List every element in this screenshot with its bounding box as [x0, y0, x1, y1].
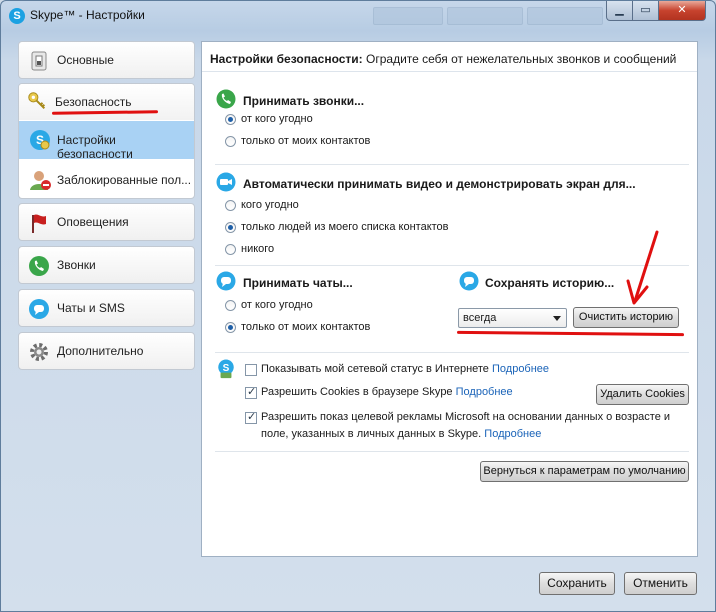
sidebar-item-security[interactable]: Безопасность [19, 84, 194, 120]
video-anyone-label[interactable]: кого угодно [241, 199, 299, 211]
ads-label-line1[interactable]: Разрешить показ целевой рекламы Microsof… [261, 411, 670, 423]
more-link[interactable]: Подробнее [456, 386, 513, 398]
cookies-text: Разрешить Cookies в браузере Skype [261, 386, 453, 398]
reset-defaults-button[interactable]: Вернуться к параметрам по умолчанию [480, 461, 689, 482]
skype-privacy-icon: S [218, 359, 234, 379]
cancel-button[interactable]: Отменить [624, 572, 697, 595]
ads-checkbox[interactable] [245, 410, 257, 424]
sidebar-item-label: Безопасность [55, 95, 132, 109]
sidebar-item-security-settings[interactable]: S Настройки безопасности [19, 121, 194, 161]
general-switch-icon [31, 51, 47, 71]
chat-history-icon [459, 271, 479, 291]
sidebar-group-security: Безопасность S Настройки безопасности За… [18, 83, 195, 199]
ads-text: поле, указанных в личных данных в Skype. [261, 428, 482, 440]
panel-header-text: Настройки безопасности: Оградите себя от… [210, 52, 676, 66]
svg-text:S: S [223, 363, 230, 374]
phone-icon [29, 256, 49, 276]
title-bar[interactable]: S Skype™ - Настройки ▁ ▭ ✕ [1, 1, 715, 31]
more-link[interactable]: Подробнее [484, 428, 541, 440]
sidebar-item-advanced[interactable]: Дополнительно [18, 332, 195, 370]
divider [215, 451, 689, 452]
background-taskbar-item [447, 7, 523, 25]
security-settings-icon: S [30, 130, 50, 150]
history-section-title: Сохранять историю... [485, 276, 615, 290]
chats-anyone-radio[interactable] [225, 300, 236, 311]
sidebar-item-label: Оповещения [57, 215, 129, 229]
video-section-title: Автоматически принимать видео и демонстр… [243, 177, 636, 191]
online-status-label[interactable]: Показывать мой сетевой статус в Интернет… [261, 363, 549, 375]
sidebar-item-label: Основные [57, 53, 114, 67]
divider [215, 265, 689, 266]
panel-header-bold: Настройки безопасности: [210, 52, 363, 66]
background-taskbar-item [373, 7, 443, 25]
save-button[interactable]: Сохранить [539, 572, 615, 595]
chats-contacts-label[interactable]: только от моих контактов [241, 321, 370, 333]
more-link[interactable]: Подробнее [492, 363, 549, 375]
history-duration-value: всегда [463, 312, 497, 324]
blocked-users-icon [30, 171, 51, 190]
background-taskbar-item [527, 7, 603, 25]
video-nobody-radio[interactable] [225, 244, 236, 255]
sidebar-item-calls[interactable]: Звонки [18, 246, 195, 284]
chat-icon [29, 299, 49, 319]
settings-window: S Skype™ - Настройки ▁ ▭ ✕ Основные Безо… [0, 0, 716, 612]
panel-header-description: Оградите себя от нежелательных звонков и… [362, 52, 677, 66]
phone-icon [216, 89, 236, 109]
sidebar-item-label: Настройки безопасности [57, 133, 133, 161]
sidebar-item-label: Заблокированные пол... [57, 173, 192, 187]
sidebar-item-label: Чаты и SMS [57, 301, 125, 315]
chat-icon [216, 271, 236, 291]
red-flag-icon [32, 214, 46, 233]
chats-anyone-label[interactable]: от кого угодно [241, 299, 313, 311]
close-button[interactable]: ✕ [658, 1, 706, 21]
sidebar-item-blocked-users[interactable]: Заблокированные пол... [19, 161, 194, 198]
cookies-checkbox[interactable] [245, 385, 257, 399]
online-status-checkbox[interactable] [245, 364, 257, 376]
chats-section-title: Принимать чаты... [243, 276, 353, 290]
red-annotation-arrow-icon [626, 230, 659, 305]
calls-section-title: Принимать звонки... [243, 94, 365, 108]
video-contacts-radio[interactable] [225, 222, 236, 233]
video-nobody-label[interactable]: никого [241, 243, 274, 255]
sidebar-item-general[interactable]: Основные [18, 41, 195, 79]
video-anyone-radio[interactable] [225, 200, 236, 211]
divider [215, 164, 689, 165]
keys-icon [28, 92, 46, 110]
divider [215, 352, 689, 353]
delete-cookies-button[interactable]: Удалить Cookies [596, 384, 689, 405]
online-status-text: Показывать мой сетевой статус в Интернет… [261, 363, 489, 375]
calls-anyone-radio[interactable] [225, 114, 236, 125]
window-title: Skype™ - Настройки [30, 8, 145, 22]
cookies-label[interactable]: Разрешить Cookies в браузере Skype Подро… [261, 386, 513, 398]
video-camera-icon [216, 172, 236, 192]
sidebar-item-label: Дополнительно [57, 344, 144, 358]
sidebar-item-notifications[interactable]: Оповещения [18, 203, 195, 241]
gear-icon [30, 343, 48, 361]
video-contacts-label[interactable]: только людей из моего списка контактов [241, 221, 449, 233]
calls-contacts-radio[interactable] [225, 136, 236, 147]
sidebar-item-chats-sms[interactable]: Чаты и SMS [18, 289, 195, 327]
sidebar-item-label: Звонки [57, 258, 96, 272]
history-duration-select[interactable]: всегда [458, 308, 567, 328]
skype-icon: S [9, 8, 25, 24]
ads-label-line2[interactable]: поле, указанных в личных данных в Skype.… [261, 428, 541, 440]
panel-header: Настройки безопасности: Оградите себя от… [202, 42, 697, 72]
clear-history-button[interactable]: Очистить историю [573, 307, 679, 328]
red-annotation-underline [51, 110, 159, 115]
maximize-button[interactable]: ▭ [632, 1, 659, 21]
chevron-down-icon [553, 316, 561, 321]
chats-contacts-radio[interactable] [225, 322, 236, 333]
calls-anyone-label[interactable]: от кого угодно [241, 113, 313, 125]
calls-contacts-label[interactable]: только от моих контактов [241, 135, 370, 147]
minimize-button[interactable]: ▁ [606, 1, 633, 21]
